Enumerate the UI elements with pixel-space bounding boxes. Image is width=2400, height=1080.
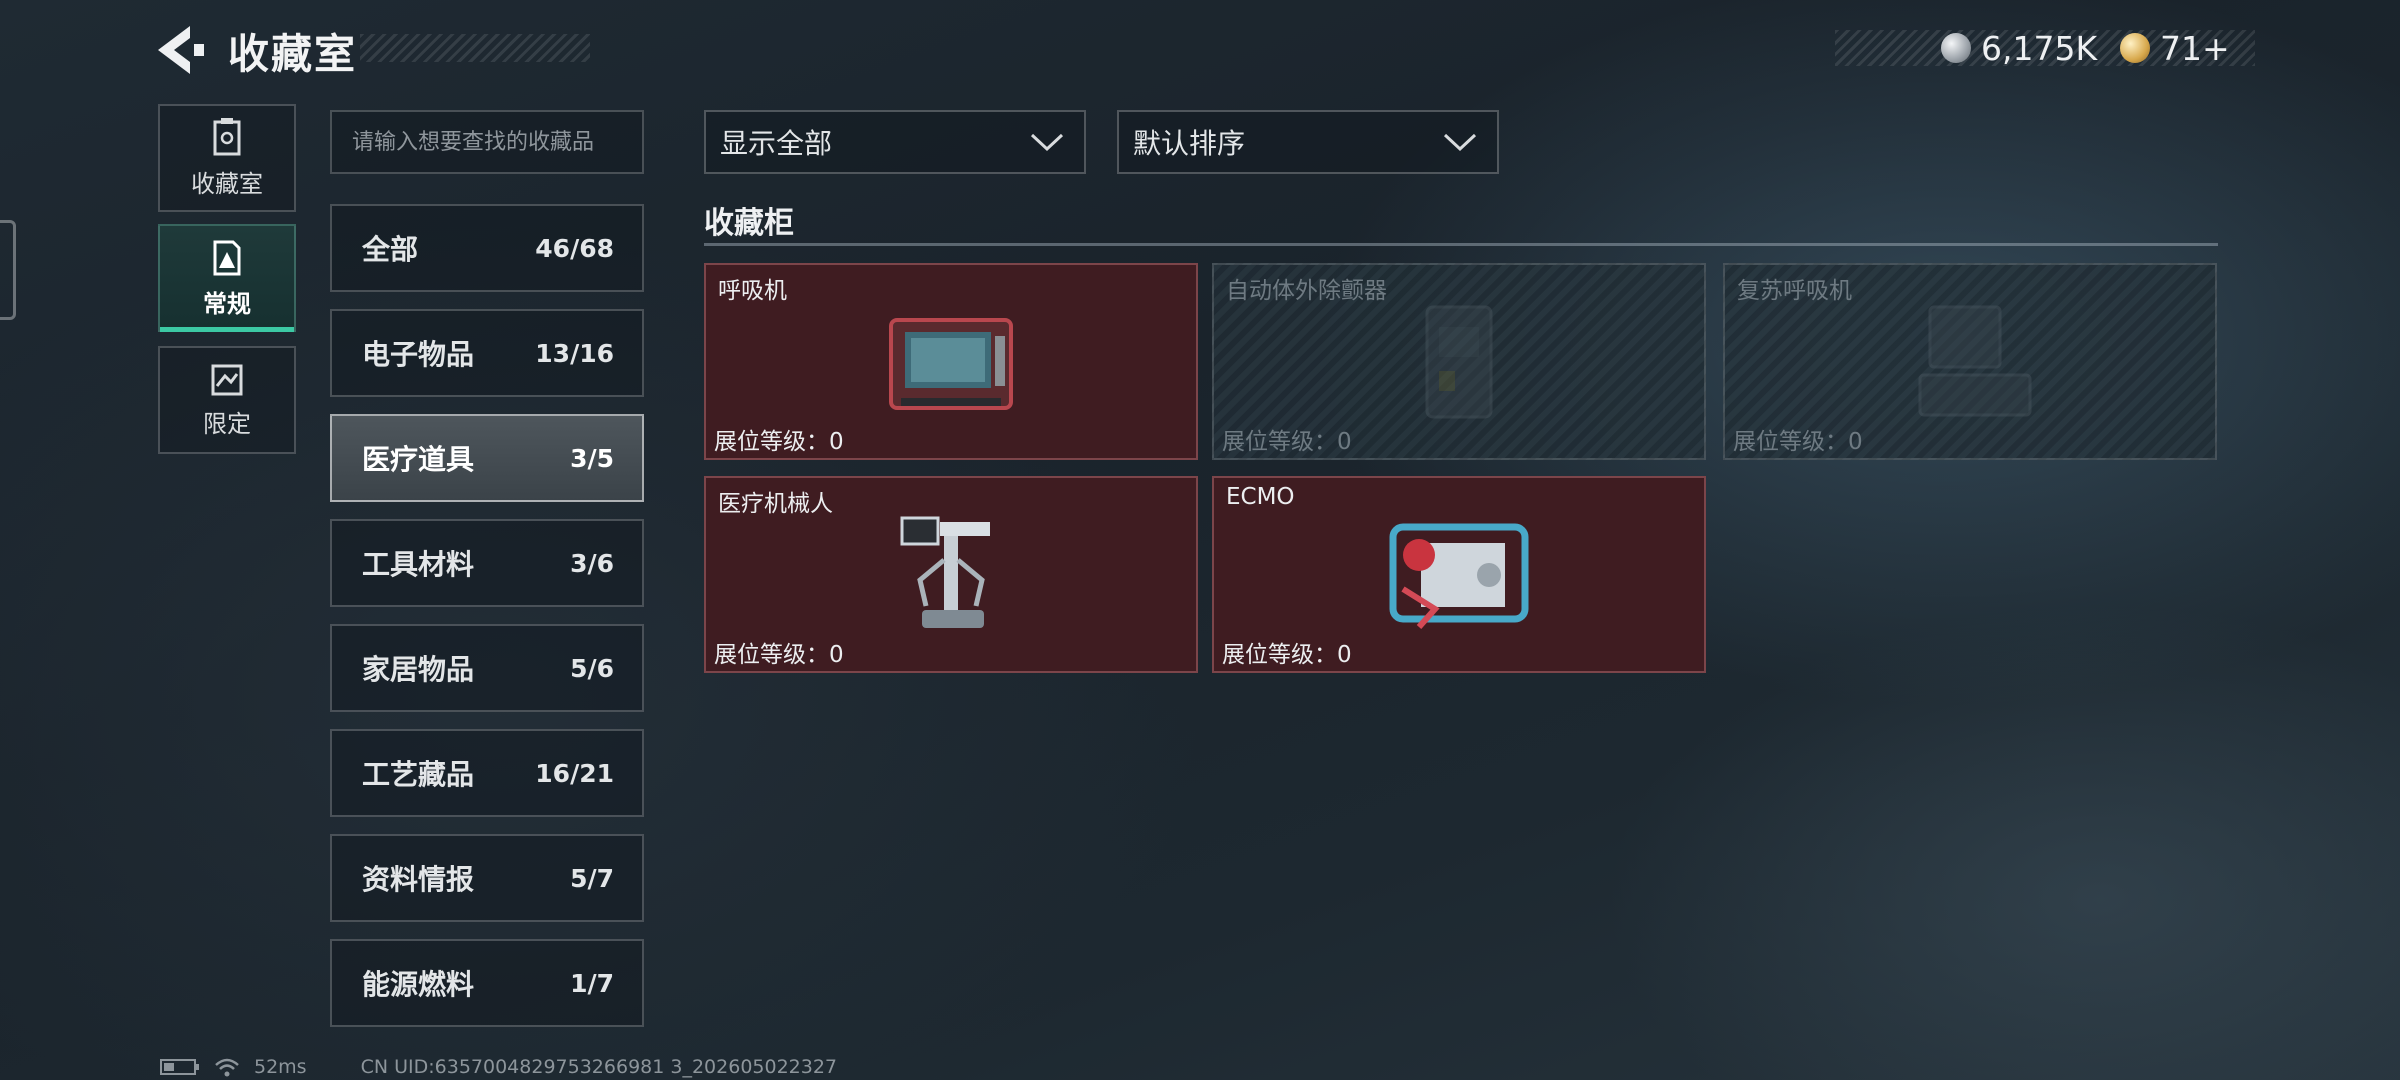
status-footer: 52ms CN UID:6357004829753266981 3_202605… (160, 1055, 837, 1079)
section-title: 收藏柜 (704, 206, 794, 241)
booth-level: 展位等级：0 (714, 642, 844, 668)
collection-card[interactable]: 自动体外除颤器 展位等级：0 (1212, 263, 1706, 460)
side-tab-collection-room[interactable]: 收藏室 (158, 104, 296, 212)
category-count: 16/21 (535, 758, 614, 788)
active-tab-indicator (160, 327, 294, 332)
currency-bar: 6,175K 71+ (1835, 28, 2255, 68)
sort-dropdown-value: 默认排序 (1133, 127, 1246, 160)
booth-level: 展位等级：0 (1733, 429, 1863, 455)
side-tab-limited[interactable]: 限定 (158, 346, 296, 454)
category-name: 电子物品 (362, 338, 475, 371)
category-count: 46/68 (535, 233, 614, 263)
category-household[interactable]: 家居物品 5/6 (330, 624, 644, 712)
item-name: 复苏呼吸机 (1737, 278, 1852, 304)
collection-card[interactable]: ECMO 展位等级：0 (1212, 476, 1706, 673)
collection-room-icon (213, 117, 241, 155)
defibrillator-icon (1425, 305, 1493, 418)
ventilator-icon (889, 317, 1013, 410)
item-name: 呼吸机 (718, 278, 787, 304)
sort-dropdown[interactable]: 默认排序 (1117, 110, 1499, 174)
wifi-icon (215, 1058, 239, 1077)
category-name: 家居物品 (362, 653, 475, 686)
category-name: 工艺藏品 (362, 758, 475, 791)
category-name: 资料情报 (362, 863, 475, 896)
booth-level: 展位等级：0 (714, 429, 844, 455)
item-name: 自动体外除颤器 (1226, 278, 1387, 304)
title-decoration (360, 34, 590, 62)
category-all[interactable]: 全部 46/68 (330, 204, 644, 292)
limited-icon (211, 364, 243, 395)
category-count: 5/6 (570, 653, 614, 683)
category-intel[interactable]: 资料情报 5/7 (330, 834, 644, 922)
filter-dropdown[interactable]: 显示全部 (704, 110, 1086, 174)
category-tools[interactable]: 工具材料 3/6 (330, 519, 644, 607)
back-arrow-icon (158, 26, 204, 74)
category-crafts[interactable]: 工艺藏品 16/21 (330, 729, 644, 817)
gold-currency[interactable]: 71+ (2120, 28, 2230, 68)
category-medical[interactable]: 医疗道具 3/5 (330, 414, 644, 502)
category-count: 5/7 (570, 863, 614, 893)
silver-coin-icon (1941, 33, 1971, 63)
category-count: 1/7 (570, 968, 614, 998)
booth-level: 展位等级：0 (1222, 642, 1352, 668)
booth-level: 展位等级：0 (1222, 429, 1352, 455)
resuscitator-icon (1918, 305, 2032, 416)
collection-card[interactable]: 医疗机械人 展位等级：0 (704, 476, 1198, 673)
side-drawer-handle[interactable] (0, 220, 16, 320)
category-count: 3/6 (570, 548, 614, 578)
category-electronics[interactable]: 电子物品 13/16 (330, 309, 644, 397)
item-name: ECMO (1226, 484, 1295, 510)
category-energy[interactable]: 能源燃料 1/7 (330, 939, 644, 1027)
silver-currency-value: 6,175K (1981, 28, 2098, 68)
side-tab-label: 收藏室 (191, 169, 263, 198)
ping-value: 52ms (254, 1056, 307, 1078)
category-count: 13/16 (535, 338, 614, 368)
search-input[interactable] (330, 110, 644, 174)
collection-card[interactable]: 复苏呼吸机 展位等级：0 (1723, 263, 2217, 460)
battery-icon (160, 1059, 199, 1075)
category-name: 医疗道具 (362, 443, 475, 476)
regular-icon (213, 240, 241, 275)
side-tab-regular[interactable]: 常规 (158, 224, 296, 332)
gold-coin-icon (2120, 33, 2150, 63)
category-name: 能源燃料 (362, 968, 475, 1001)
category-count: 3/5 (570, 443, 614, 473)
side-tab-label: 常规 (203, 289, 251, 318)
back-button[interactable] (150, 22, 210, 78)
medical-robot-icon (900, 516, 990, 628)
item-name: 医疗机械人 (718, 491, 833, 517)
section-divider (704, 243, 2218, 246)
ecmo-icon (1389, 523, 1529, 629)
gold-currency-value: 71+ (2160, 28, 2230, 68)
category-name: 全部 (362, 233, 419, 266)
chevron-down-icon (1030, 133, 1064, 152)
collection-card[interactable]: 呼吸机 展位等级：0 (704, 263, 1198, 460)
side-tab-label: 限定 (203, 409, 251, 438)
silver-currency[interactable]: 6,175K (1941, 28, 2098, 68)
category-name: 工具材料 (362, 548, 475, 581)
page-title: 收藏室 (228, 30, 357, 78)
user-uid: CN UID:6357004829753266981 3_20260502232… (360, 1056, 838, 1078)
filter-dropdown-value: 显示全部 (720, 127, 833, 160)
chevron-down-icon (1443, 133, 1477, 152)
